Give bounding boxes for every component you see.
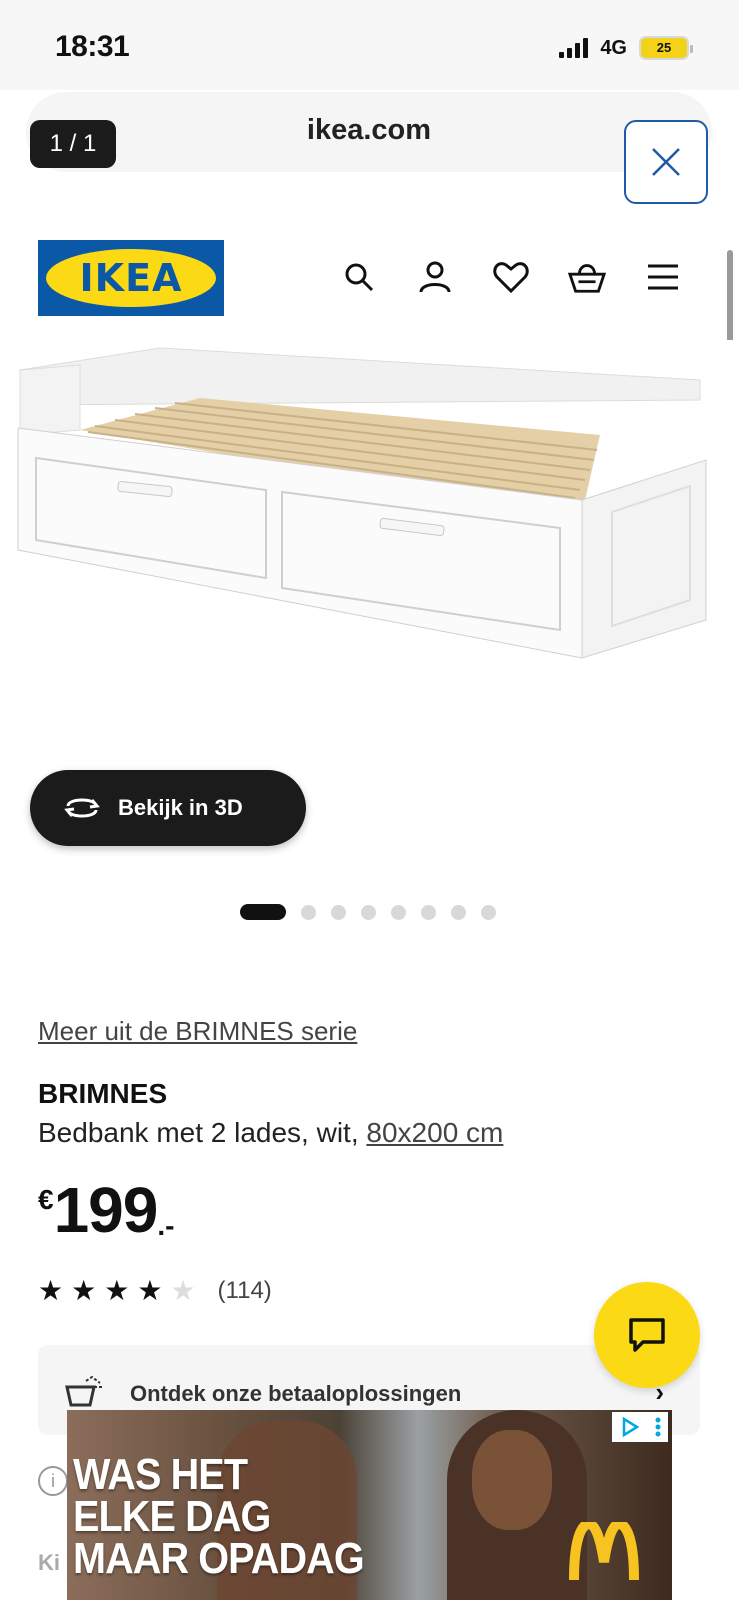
tab-count-badge[interactable]: 1 / 1 [30,120,116,168]
star-empty-icon: ★ [170,1275,196,1306]
pager-dot[interactable] [481,904,496,920]
view-in-3d-label: Bekijk in 3D [118,795,243,820]
star-icon: ★ [38,1275,64,1306]
partial-text: Ki [38,1550,60,1575]
pager-dot[interactable] [451,904,466,920]
status-indicators: 4G 25 [559,36,693,60]
view-in-3d-button[interactable]: Bekijk in 3D [30,770,306,846]
product-price: € 199 .- [38,1178,174,1242]
signal-icon [559,38,589,58]
pager-dot[interactable] [301,904,316,920]
network-type: 4G [600,36,627,59]
rotate-3d-icon [64,798,100,818]
star-icon: ★ [104,1275,130,1306]
pager-dot[interactable] [331,904,346,920]
pager-dot[interactable] [361,904,376,920]
payment-options-label: Ontdek onze betaaloplossingen [130,1381,462,1406]
image-pager [240,904,496,920]
pager-dot[interactable] [421,904,436,920]
price-currency: € [38,1184,54,1215]
product-description: Bedbank met 2 lades, wit, 80x200 cm [38,1117,504,1148]
header-icons [340,258,682,296]
mcdonalds-logo-icon [569,1522,639,1581]
pager-dot-active[interactable] [240,904,286,920]
review-count[interactable]: (114) [218,1277,272,1305]
chat-icon [629,1318,665,1352]
ad-headline: WAS HET ELKE DAG MAAR OPADAG [73,1450,365,1583]
search-icon[interactable] [340,258,378,296]
status-bar: 18:31 4G 25 [0,0,739,90]
product-name: BRIMNES [38,1078,168,1109]
star-icon: ★ [137,1275,163,1306]
adchoices-icon [622,1417,639,1437]
ikea-logo[interactable]: IKEA [38,240,224,316]
ad-choices[interactable] [612,1412,668,1442]
chat-button[interactable] [594,1282,700,1388]
product-image[interactable] [0,340,739,770]
series-link[interactable]: Meer uit de BRIMNES serie [38,1016,357,1047]
pager-dot[interactable] [391,904,406,920]
close-button[interactable] [624,120,708,204]
menu-icon[interactable] [644,258,682,296]
basket-icon[interactable] [568,258,606,296]
url-text: ikea.com [306,114,432,146]
info-icon: i [38,1466,68,1496]
battery-icon: 25 [639,36,693,60]
browser-url-bar[interactable]: ikea.com [26,92,712,172]
payment-basket-icon [65,1375,102,1407]
status-time: 18:31 [55,30,130,63]
account-icon[interactable] [416,258,454,296]
close-icon [652,148,680,176]
price-amount: 199 [53,1174,159,1246]
daybed-illustration [0,340,739,770]
heart-icon[interactable] [492,258,530,296]
star-icon: ★ [71,1275,97,1306]
size-link[interactable]: 80x200 cm [366,1117,503,1148]
product-rating[interactable]: ★ ★ ★ ★ ★ (114) [38,1274,272,1307]
price-suffix: .- [157,1210,175,1241]
advertisement-banner[interactable]: WAS HET ELKE DAG MAAR OPADAG [67,1410,672,1600]
more-vert-icon [655,1417,660,1437]
